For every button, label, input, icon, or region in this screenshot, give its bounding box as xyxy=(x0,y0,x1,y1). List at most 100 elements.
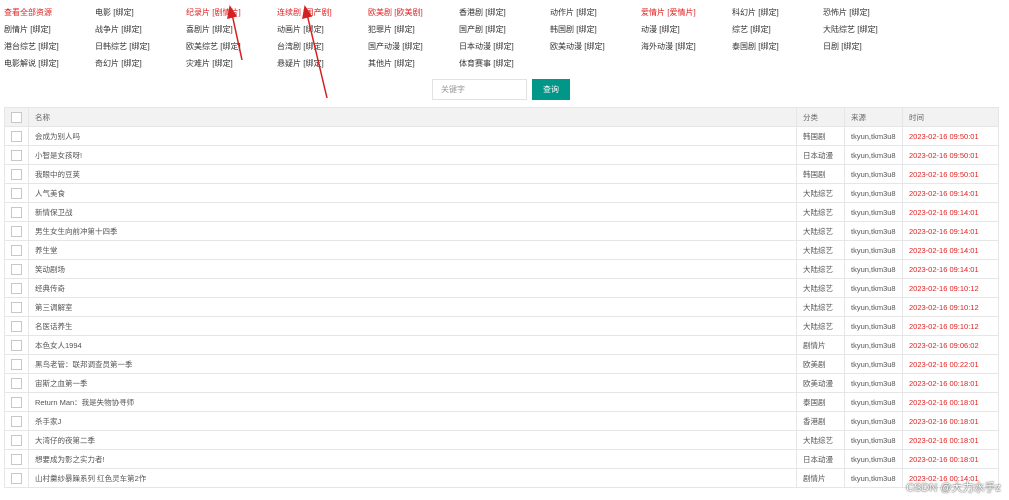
table-row[interactable]: 名医话养生 大陆综艺 tkyun,tkm3u8 2023-02-16 09:10:12 xyxy=(4,316,999,336)
cell-time: 2023-02-16 09:10:12 xyxy=(902,316,999,336)
cell-name: 我眼中的豆荚 xyxy=(28,164,797,184)
cell-name: 男生女生向前冲第十四季 xyxy=(28,221,797,241)
row-checkbox[interactable] xyxy=(4,297,29,317)
row-checkbox[interactable] xyxy=(4,126,29,146)
row-checkbox[interactable] xyxy=(4,411,29,431)
cell-name: 名医话养生 xyxy=(28,316,797,336)
row-checkbox[interactable] xyxy=(4,430,29,450)
table-row[interactable]: 人气美食 大陆综艺 tkyun,tkm3u8 2023-02-16 09:14:01 xyxy=(4,183,999,203)
cell-name: 小智是女孩呀! xyxy=(28,145,797,165)
table-row[interactable]: 宙斯之血第一季 欧美动漫 tkyun,tkm3u8 2023-02-16 00:18:… xyxy=(4,373,999,393)
cell-category: 日本动漫 xyxy=(796,145,845,165)
table-row[interactable]: 黑鸟老管：联邦调查员第一季 欧美剧 tkyun,tkm3u8 2023-02-16 0… xyxy=(4,354,999,374)
cell-source: tkyun,tkm3u8 xyxy=(844,373,903,393)
cell-name: 养生堂 xyxy=(28,240,797,260)
row-checkbox[interactable] xyxy=(4,468,29,488)
cell-name: 大湾仔的夜第二季 xyxy=(28,430,797,450)
row-checkbox[interactable] xyxy=(4,354,29,374)
table-row[interactable]: 经典传奇 大陆综艺 tkyun,tkm3u8 2023-02-16 09:10:12 xyxy=(4,278,999,298)
cell-name: 人气美食 xyxy=(28,183,797,203)
cell-category: 韩国剧 xyxy=(796,126,845,146)
row-checkbox[interactable] xyxy=(4,183,29,203)
row-checkbox[interactable] xyxy=(4,335,29,355)
table-row[interactable]: 新情保卫战 大陆综艺 tkyun,tkm3u8 2023-02-16 09:14:01 xyxy=(4,202,999,222)
row-checkbox[interactable] xyxy=(4,259,29,279)
cell-name: 本色女人1994 xyxy=(28,335,797,355)
cell-time: 2023-02-16 09:10:12 xyxy=(902,278,999,298)
table-row[interactable]: 男生女生向前冲第十四季 大陆综艺 tkyun,tkm3u8 2023-02-16 09… xyxy=(4,221,999,241)
cell-category: 泰国剧 xyxy=(796,392,845,412)
cell-time: 2023-02-16 00:18:01 xyxy=(902,449,999,469)
cell-source: tkyun,tkm3u8 xyxy=(844,316,903,336)
cell-source: tkyun,tkm3u8 xyxy=(844,183,903,203)
cell-category: 大陆综艺 xyxy=(796,430,845,450)
row-checkbox[interactable] xyxy=(4,373,29,393)
cell-source: tkyun,tkm3u8 xyxy=(844,126,903,146)
cell-time: 2023-02-16 00:18:01 xyxy=(902,411,999,431)
annotation-arrows xyxy=(227,5,328,99)
cell-name: 第三调解室 xyxy=(28,297,797,317)
table-row[interactable]: 小智是女孩呀! 日本动漫 tkyun,tkm3u8 2023-02-16 09:50:… xyxy=(4,145,999,165)
cell-time: 2023-02-16 00:22:01 xyxy=(902,354,999,374)
red-arrow-icon xyxy=(227,5,243,61)
cell-source: tkyun,tkm3u8 xyxy=(844,449,903,469)
cell-category: 大陆综艺 xyxy=(796,240,845,260)
row-checkbox[interactable] xyxy=(4,316,29,336)
cell-time: 2023-02-16 00:18:01 xyxy=(902,430,999,450)
cell-time: 2023-02-16 09:14:01 xyxy=(902,221,999,241)
table-row[interactable]: 第三调解室 大陆综艺 tkyun,tkm3u8 2023-02-16 09:10:12 xyxy=(4,297,999,317)
cell-source: tkyun,tkm3u8 xyxy=(844,297,903,317)
cell-category: 韩国剧 xyxy=(796,164,845,184)
cell-time: 2023-02-16 00:18:01 xyxy=(902,392,999,412)
cell-source: tkyun,tkm3u8 xyxy=(844,259,903,279)
cell-name: Return Man：我是失物协寻师 xyxy=(28,392,797,412)
table-row[interactable]: 杀手家J 香港剧 tkyun,tkm3u8 2023-02-16 00:18:01 xyxy=(4,411,999,431)
cell-source: tkyun,tkm3u8 xyxy=(844,164,903,184)
table-row[interactable]: 山村羹纱暴躁系列 红色灵车第2作 剧情片 tkyun,tkm3u8 2023-02-1… xyxy=(4,468,999,488)
cell-source: tkyun,tkm3u8 xyxy=(844,335,903,355)
table-row[interactable]: 笑动剧场 大陆综艺 tkyun,tkm3u8 2023-02-16 09:14:01 xyxy=(4,259,999,279)
table-row[interactable]: 本色女人1994 剧情片 tkyun,tkm3u8 2023-02-16 09:06:… xyxy=(4,335,999,355)
cell-category: 日本动漫 xyxy=(796,449,845,469)
cell-category: 剧情片 xyxy=(796,335,845,355)
cell-source: tkyun,tkm3u8 xyxy=(844,240,903,260)
cell-name: 黑鸟老管：联邦调查员第一季 xyxy=(28,354,797,374)
cell-category: 剧情片 xyxy=(796,468,845,488)
cell-category: 大陆综艺 xyxy=(796,316,845,336)
row-checkbox[interactable] xyxy=(4,392,29,412)
row-checkbox[interactable] xyxy=(4,221,29,241)
cell-time: 2023-02-16 09:14:01 xyxy=(902,259,999,279)
cell-name: 笑动剧场 xyxy=(28,259,797,279)
cell-time: 2023-02-16 09:50:01 xyxy=(902,164,999,184)
red-arrow-icon xyxy=(302,5,328,99)
table-row[interactable]: 养生堂 大陆综艺 tkyun,tkm3u8 2023-02-16 09:14:01 xyxy=(4,240,999,260)
row-checkbox[interactable] xyxy=(4,278,29,298)
cell-category: 大陆综艺 xyxy=(796,221,845,241)
resource-table: 名称 分类 来源 时间 会成为别人吗 韩国剧 tkyun,tkm3u8 2023-02… xyxy=(4,107,999,488)
table-row[interactable]: 想要成为影之实力者! 日本动漫 tkyun,tkm3u8 2023-02-16 00:… xyxy=(4,449,999,469)
table-row[interactable]: Return Man：我是失物协寻师 泰国剧 tkyun,tkm3u8 2023-02… xyxy=(4,392,999,412)
cell-category: 欧美动漫 xyxy=(796,373,845,393)
cell-category: 香港剧 xyxy=(796,411,845,431)
cell-source: tkyun,tkm3u8 xyxy=(844,354,903,374)
cell-source: tkyun,tkm3u8 xyxy=(844,411,903,431)
cell-time: 2023-02-16 09:14:01 xyxy=(902,240,999,260)
cell-category: 欧美剧 xyxy=(796,354,845,374)
cell-category: 大陆综艺 xyxy=(796,259,845,279)
cell-time: 2023-02-16 00:18:01 xyxy=(902,373,999,393)
row-checkbox[interactable] xyxy=(4,202,29,222)
row-checkbox[interactable] xyxy=(4,449,29,469)
cell-name: 宙斯之血第一季 xyxy=(28,373,797,393)
cell-category: 大陆综艺 xyxy=(796,297,845,317)
cell-time: 2023-02-16 09:10:12 xyxy=(902,297,999,317)
row-checkbox[interactable] xyxy=(4,240,29,260)
table-row[interactable]: 我眼中的豆荚 韩国剧 tkyun,tkm3u8 2023-02-16 09:50:01 xyxy=(4,164,999,184)
table-row[interactable]: 大湾仔的夜第二季 大陆综艺 tkyun,tkm3u8 2023-02-16 00:18… xyxy=(4,430,999,450)
row-checkbox[interactable] xyxy=(4,145,29,165)
cell-category: 大陆综艺 xyxy=(796,202,845,222)
cell-category: 大陆综艺 xyxy=(796,278,845,298)
row-checkbox[interactable] xyxy=(4,164,29,184)
cell-source: tkyun,tkm3u8 xyxy=(844,392,903,412)
cell-time: 2023-02-16 09:14:01 xyxy=(902,183,999,203)
table-row[interactable]: 会成为别人吗 韩国剧 tkyun,tkm3u8 2023-02-16 09:50:01 xyxy=(4,126,999,146)
